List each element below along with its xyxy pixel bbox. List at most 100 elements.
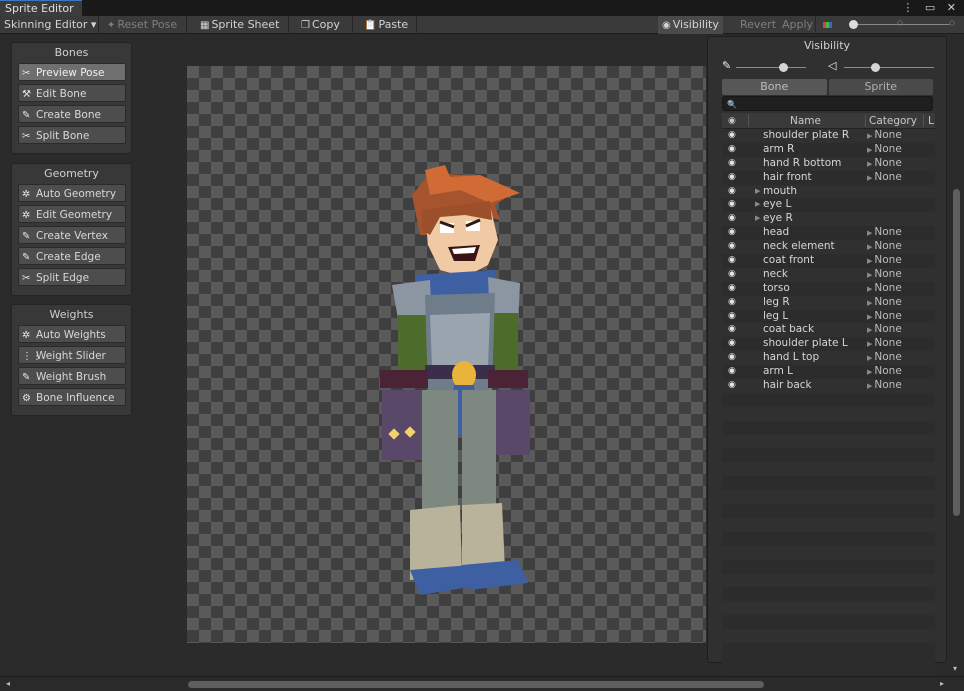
eye-icon[interactable]: ◉ (728, 365, 736, 379)
create-bone-button[interactable]: ✎ Create Bone (18, 105, 126, 123)
split-edge-button[interactable]: ✂ Split Edge (18, 268, 126, 286)
window-controls[interactable]: ⋮ ▭ ✕ (902, 0, 960, 16)
eye-icon[interactable]: ◉ (728, 171, 736, 185)
eye-icon[interactable]: ◉ (728, 351, 736, 365)
preview-pose-button[interactable]: ✂ Preview Pose (18, 63, 126, 81)
tab-bone[interactable]: Bone (722, 79, 827, 95)
row-category-dropdown[interactable]: ▶ None (867, 240, 902, 255)
sprite-opacity-track[interactable] (844, 67, 934, 68)
create-vertex-button[interactable]: ✎ Create Vertex (18, 226, 126, 244)
row-category-dropdown[interactable]: ▶ None (867, 254, 902, 269)
split-bone-button[interactable]: ✂ Split Bone (18, 126, 126, 144)
eye-icon[interactable]: ◉ (728, 240, 736, 254)
row-category-dropdown[interactable]: ▶ None (867, 323, 902, 338)
auto-geometry-button[interactable]: ✲ Auto Geometry (18, 184, 126, 202)
eye-icon[interactable]: ◉ (728, 198, 736, 212)
category-column-header[interactable]: Category (869, 113, 917, 129)
edit-geometry-button[interactable]: ✲ Edit Geometry (18, 205, 126, 223)
eye-icon[interactable]: ◉ (728, 323, 736, 337)
search-field[interactable]: 🔍 (722, 96, 933, 111)
eye-icon[interactable]: ◉ (728, 379, 736, 393)
eye-icon[interactable]: ◉ (728, 185, 736, 199)
table-row[interactable]: ◉ shoulder plate R ▶ None (722, 129, 935, 143)
table-row[interactable]: ◉ ▶ mouth (722, 184, 935, 199)
sprite-opacity-knob[interactable] (871, 63, 880, 72)
row-category-dropdown[interactable]: ▶ None (867, 282, 902, 297)
eye-icon[interactable]: ◉ (728, 157, 736, 171)
row-category-dropdown[interactable]: ▶ None (867, 171, 902, 186)
row-category-dropdown[interactable]: ▶ None (867, 129, 902, 144)
row-category-dropdown[interactable]: ▶ None (867, 296, 902, 311)
row-category-dropdown[interactable]: ▶ None (867, 268, 902, 283)
name-column-header[interactable]: Name (790, 113, 821, 129)
table-row[interactable]: ◉ torso ▶ None (722, 281, 935, 297)
tab-sprite[interactable]: Sprite (828, 79, 933, 95)
weight-slider-button[interactable]: ⋮⋮Weight Slider (18, 346, 126, 364)
row-category-dropdown[interactable]: ▶ None (867, 157, 902, 172)
row-category-dropdown[interactable]: ▶ None (867, 226, 902, 241)
table-row[interactable]: ◉ shoulder plate L ▶ None (722, 337, 935, 352)
reset-pose-button[interactable]: ✦ Reset Pose (107, 16, 177, 34)
table-row[interactable]: ◉ coat back ▶ None (722, 323, 935, 338)
create-edge-button[interactable]: ✎ Create Edge (18, 247, 126, 265)
paste-button[interactable]: 📋 Paste (364, 16, 408, 34)
copy-button[interactable]: ❐ Copy (301, 16, 340, 34)
visibility-toggle[interactable]: ◉ Visibility (658, 16, 723, 34)
expand-arrow-icon[interactable]: ▶ (755, 185, 760, 199)
table-row[interactable]: ◉ leg L ▶ None (722, 309, 935, 325)
extra-column-header[interactable]: L (928, 113, 934, 129)
alpha-slider[interactable]: ◇ ◇ (845, 16, 955, 34)
scroll-down-icon[interactable]: ▾ (953, 664, 957, 673)
table-row[interactable]: ◉ hand R bottom ▶ None (722, 156, 935, 172)
eye-icon[interactable]: ◉ (728, 143, 736, 157)
expand-arrow-icon[interactable]: ▶ (755, 212, 760, 226)
weight-brush-button[interactable]: ✎ Weight Brush (18, 367, 126, 385)
row-category-dropdown[interactable]: ▶ None (867, 143, 902, 158)
table-row[interactable]: ◉ neck element ▶ None (722, 240, 935, 255)
bone-opacity-track[interactable] (736, 67, 806, 68)
eye-icon[interactable]: ◉ (728, 212, 736, 226)
table-row[interactable]: ◉ head ▶ None (722, 226, 935, 241)
eye-icon[interactable]: ◉ (728, 310, 736, 324)
search-input[interactable] (737, 97, 927, 110)
window-tab[interactable]: Sprite Editor (0, 0, 82, 16)
table-row[interactable]: ◉ hair front ▶ None (722, 170, 935, 186)
row-category-dropdown[interactable]: ▶ None (867, 310, 902, 325)
color-channel-icon[interactable] (823, 16, 832, 34)
expand-arrow-icon[interactable]: ▶ (755, 198, 760, 212)
row-category-dropdown[interactable]: ▶ None (867, 365, 902, 380)
eye-icon[interactable]: ◉ (728, 282, 736, 296)
eye-icon[interactable]: ◉ (728, 254, 736, 268)
vertical-scrollbar[interactable]: ▾ (950, 36, 964, 676)
table-row[interactable]: ◉ hand L top ▶ None (722, 351, 935, 366)
eye-icon[interactable]: ◉ (728, 296, 736, 310)
table-row[interactable]: ◉ arm L ▶ None (722, 365, 935, 380)
eye-header-icon[interactable]: ◉ (728, 113, 736, 129)
auto-weights-button[interactable]: ✲ Auto Weights (18, 325, 126, 343)
table-row[interactable]: ◉ ▶ eye L (722, 198, 935, 213)
apply-button[interactable]: Apply (782, 16, 813, 34)
row-category-dropdown[interactable]: ▶ None (867, 379, 902, 394)
table-row[interactable]: ◉ neck ▶ None (722, 267, 935, 283)
eye-icon[interactable]: ◉ (728, 226, 736, 240)
vertical-scroll-thumb[interactable] (953, 189, 960, 516)
table-row[interactable]: ◉ ▶ eye R (722, 212, 935, 227)
table-row[interactable]: ◉ arm R ▶ None (722, 142, 935, 158)
canvas-scroll-thumb[interactable] (188, 681, 764, 688)
bone-influence-button[interactable]: ⚙ Bone Influence (18, 388, 126, 406)
row-category-dropdown[interactable]: ▶ None (867, 337, 902, 352)
mode-dropdown[interactable]: Skinning Editor ▾ (4, 16, 96, 34)
eye-icon[interactable]: ◉ (728, 129, 736, 143)
sprite-sheet-button[interactable]: ▦ Sprite Sheet (200, 16, 279, 34)
edit-bone-button[interactable]: ⚒ Edit Bone (18, 84, 126, 102)
table-row[interactable]: ◉ hair back ▶ None (722, 379, 935, 393)
canvas-horizontal-scrollbar[interactable]: ◂ ▸ (0, 676, 964, 691)
table-row[interactable]: ◉ leg R ▶ None (722, 295, 935, 311)
scroll-left-icon[interactable]: ◂ (6, 679, 10, 688)
scroll-right-icon[interactable]: ▸ (940, 679, 944, 688)
bone-opacity-knob[interactable] (779, 63, 788, 72)
table-row[interactable]: ◉ coat front ▶ None (722, 254, 935, 268)
row-category-dropdown[interactable]: ▶ None (867, 351, 902, 366)
revert-button[interactable]: Revert (740, 16, 776, 34)
eye-icon[interactable]: ◉ (728, 337, 736, 351)
